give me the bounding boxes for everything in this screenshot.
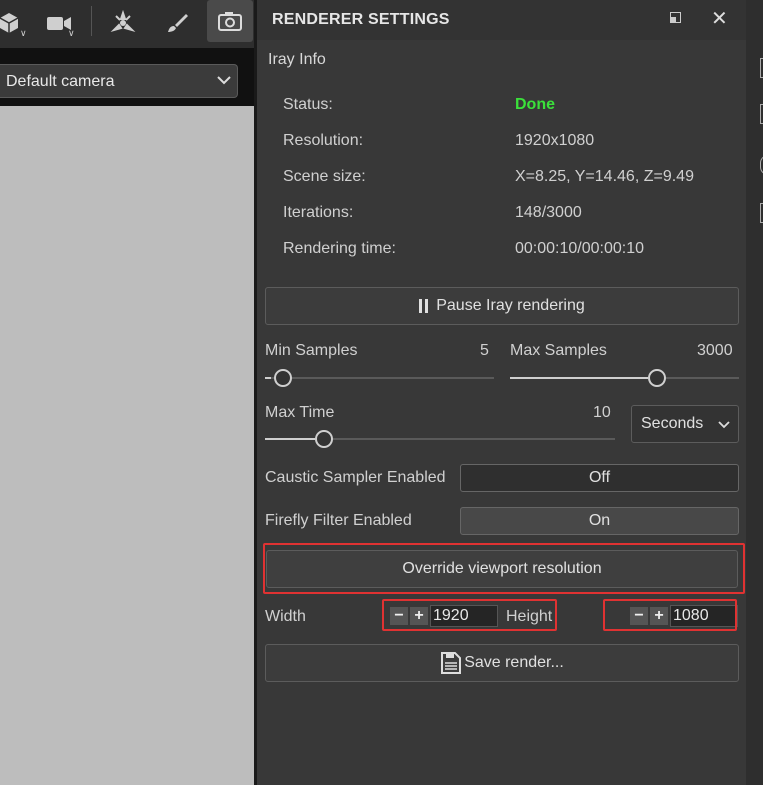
rendering-time-value: 00:00:10/00:00:10 [515, 240, 645, 257]
highlight-box [263, 543, 745, 594]
caustic-sampler-label: Caustic Sampler Enabled [265, 469, 446, 486]
min-samples-handle[interactable] [274, 369, 292, 387]
scene-size-value: X=8.25, Y=14.46, Z=9.49 [515, 168, 694, 185]
caustic-sampler-toggle[interactable]: Off [460, 464, 739, 492]
highlight-box [382, 599, 557, 631]
save-document-icon [441, 652, 462, 674]
max-samples-handle[interactable] [648, 369, 666, 387]
pause-rendering-label: Pause Iray rendering [436, 297, 585, 314]
chevron-down-icon[interactable]: ∨ [20, 28, 27, 39]
scene-size-label: Scene size: [283, 168, 366, 185]
max-time-value: 10 [593, 404, 611, 421]
pause-icon [419, 299, 429, 313]
camera-select-value: Default camera [6, 73, 115, 90]
save-render-button[interactable]: Save render... [265, 644, 739, 682]
rendering-time-label: Rendering time: [283, 240, 396, 257]
resolution-value: 1920x1080 [515, 132, 595, 149]
undock-icon[interactable] [670, 12, 681, 23]
max-time-handle[interactable] [315, 430, 333, 448]
status-value: Done [515, 96, 555, 113]
max-samples-label: Max Samples [510, 342, 607, 359]
max-time-label: Max Time [265, 404, 335, 421]
toolbar-separator [91, 6, 92, 36]
camera-select[interactable]: Default camera [0, 64, 238, 98]
width-label: Width [265, 608, 306, 625]
iterations-label: Iterations: [283, 204, 354, 221]
min-samples-value: 5 [480, 342, 489, 359]
min-samples-slider[interactable] [265, 377, 494, 379]
chevron-down-icon [718, 421, 730, 429]
status-label: Status: [283, 96, 333, 113]
iterations-value: 148/3000 [515, 204, 582, 221]
pose-tool-icon[interactable] [106, 6, 140, 40]
chevron-down-icon[interactable]: ∨ [68, 28, 75, 39]
chevron-down-icon [217, 76, 231, 85]
close-icon[interactable]: ✕ [711, 9, 728, 29]
3d-viewport[interactable] [0, 106, 255, 785]
firefly-filter-toggle[interactable]: On [460, 507, 739, 535]
iray-info-section-label: Iray Info [268, 51, 326, 68]
time-unit-value: Seconds [641, 415, 704, 432]
save-render-label: Save render... [464, 654, 564, 671]
min-samples-fill [265, 377, 271, 379]
time-unit-select[interactable]: Seconds [631, 405, 739, 443]
resolution-label: Resolution: [283, 132, 364, 149]
panel-title: RENDERER SETTINGS [272, 11, 450, 28]
pause-rendering-button[interactable]: Pause Iray rendering [265, 287, 739, 325]
max-samples-fill [510, 377, 648, 379]
render-camera-icon[interactable] [207, 0, 253, 42]
viewport-toolbar: ∨ ∨ [0, 0, 255, 48]
highlight-box [603, 599, 737, 631]
max-samples-value: 3000 [697, 342, 733, 359]
firefly-filter-label: Firefly Filter Enabled [265, 512, 412, 529]
min-samples-label: Min Samples [265, 342, 358, 359]
max-time-fill [265, 438, 315, 440]
brush-icon[interactable] [160, 6, 194, 40]
